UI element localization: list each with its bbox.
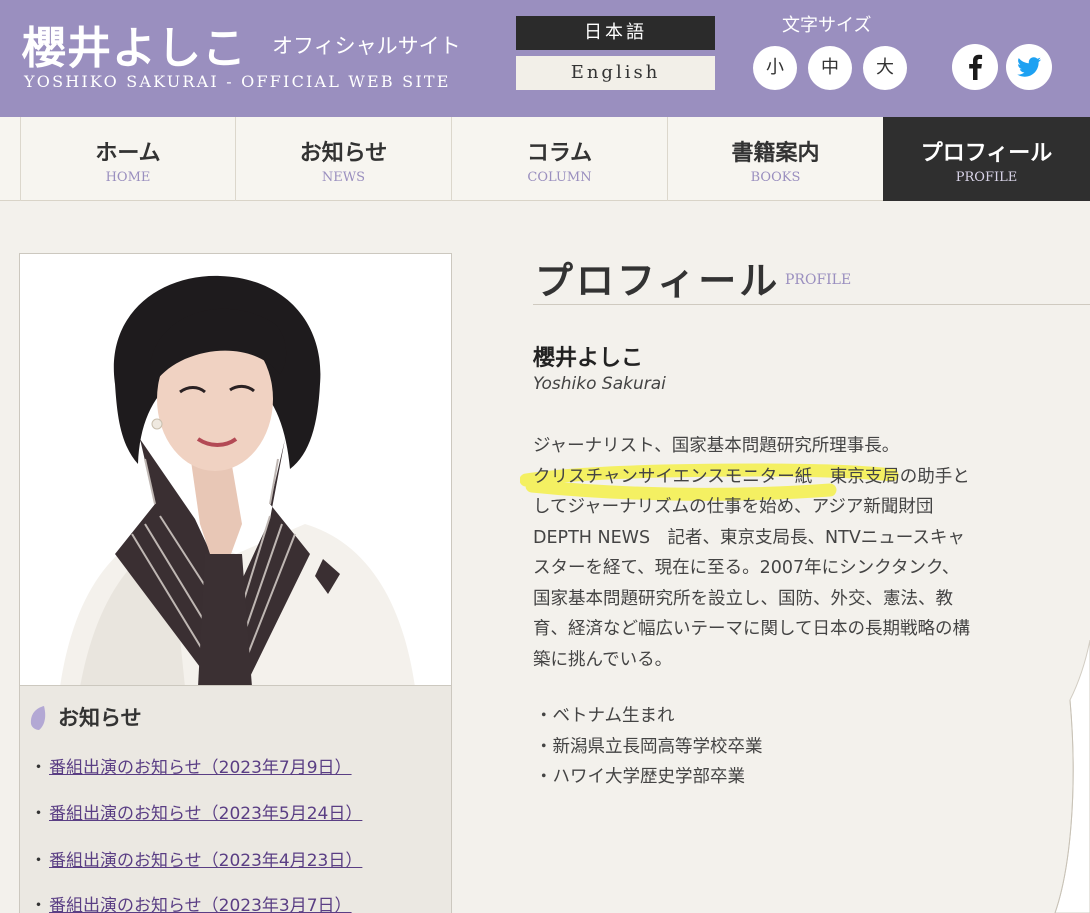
news-item-link[interactable]: 番組出演のお知らせ（2023年4月23日） <box>49 851 362 871</box>
facebook-icon[interactable] <box>952 44 998 90</box>
language-english-button[interactable]: English <box>516 56 715 90</box>
fact-item: ・ハワイ大学歴史学部卒業 <box>535 767 745 787</box>
nav-item-books[interactable]: 書籍案内 BOOKS <box>667 117 883 201</box>
page-title: プロフィール <box>535 258 781 303</box>
font-size-label: 文字サイズ <box>782 15 872 36</box>
profile-photo <box>19 253 452 686</box>
bio-line: ジャーナリスト、国家基本問題研究所理事長。 <box>533 436 900 456</box>
site-header: 櫻井よしこ オフィシャルサイト YOSHIKO SAKURAI - OFFICI… <box>0 0 1090 117</box>
font-size-medium-button[interactable]: 中 <box>808 46 852 90</box>
news-item-link[interactable]: 番組出演のお知らせ（2023年7月9日） <box>49 758 352 778</box>
bio-line: してジャーナリズムの仕事を始め、アジア新聞財団 <box>533 497 934 517</box>
language-japanese-button[interactable]: 日本語 <box>516 16 715 50</box>
nav-item-label: ホーム <box>95 140 161 166</box>
news-heading: お知らせ <box>58 705 142 730</box>
bio-line: クリスチャンサイエンスモニター紙 東京支局の助手と <box>533 466 970 487</box>
person-name-english: Yoshiko Sakurai <box>533 374 666 394</box>
nav-item-label: プロフィール <box>920 140 1053 166</box>
person-name: 櫻井よしこ <box>533 346 644 371</box>
fact-item: ・新潟県立長岡高等学校卒業 <box>535 736 763 757</box>
nav-item-sublabel: COLUMN <box>527 170 592 185</box>
bio-line: 育、経済など幅広いテーマに関して日本の長期戦略の構 <box>533 619 970 639</box>
twitter-icon[interactable] <box>1006 44 1052 90</box>
profile-bio: ジャーナリスト、国家基本問題研究所理事長。 クリスチャンサイエンスモニター紙 東… <box>533 431 1043 675</box>
nav-item-sublabel: BOOKS <box>750 170 801 185</box>
main-nav: ホーム HOME お知らせ NEWS コラム COLUMN 書籍案内 BOOKS… <box>0 117 1090 201</box>
font-size-small-button[interactable]: 小 <box>753 46 797 90</box>
fact-item: ・ベトナム生まれ <box>535 706 675 726</box>
news-item[interactable]: ・番組出演のお知らせ（2023年7月9日） <box>30 753 352 778</box>
bullet: ・ <box>30 851 47 871</box>
bio-line: スターを経て、現在に至る。2007年にシンクタンク、 <box>533 558 960 578</box>
bullet: ・ <box>30 758 47 778</box>
news-item-link[interactable]: 番組出演のお知らせ（2023年5月24日） <box>49 804 362 824</box>
news-item-link[interactable]: 番組出演のお知らせ（2023年3月7日） <box>49 896 352 913</box>
bullet: ・ <box>30 896 47 913</box>
site-english-title: YOSHIKO SAKURAI - OFFICIAL WEB SITE <box>24 72 451 91</box>
font-size-large-button[interactable]: 大 <box>863 46 907 90</box>
nav-item-label: 書籍案内 <box>731 140 820 166</box>
bio-line: 国家基本問題研究所を設立し、国防、外交、憲法、教 <box>533 588 953 609</box>
title-divider <box>533 304 1090 305</box>
bio-line: 築に挑んでいる。 <box>533 649 673 670</box>
bio-line: DEPTH NEWS 記者、東京支局長、NTVニュースキャ <box>533 527 965 548</box>
site-title[interactable]: 櫻井よしこ <box>22 12 247 76</box>
profile-facts: ・ベトナム生まれ ・新潟県立長岡高等学校卒業 ・ハワイ大学歴史学部卒業 <box>535 701 763 793</box>
bullet: ・ <box>30 804 47 824</box>
nav-item-sublabel: HOME <box>105 170 151 185</box>
news-item[interactable]: ・番組出演のお知らせ（2023年4月23日） <box>30 846 362 871</box>
nav-item-news[interactable]: お知らせ NEWS <box>235 117 451 201</box>
nav-item-profile[interactable]: プロフィール PROFILE <box>883 117 1090 201</box>
nav-item-home[interactable]: ホーム HOME <box>20 117 235 201</box>
news-item[interactable]: ・番組出演のお知らせ（2023年5月24日） <box>30 799 362 824</box>
news-item[interactable]: ・番組出演のお知らせ（2023年3月7日） <box>30 891 352 913</box>
nav-item-label: コラム <box>526 140 593 166</box>
page-title-english: PROFILE <box>785 272 852 288</box>
nav-item-sublabel: NEWS <box>321 170 366 185</box>
feather-icon <box>30 706 46 730</box>
nav-item-label: お知らせ <box>299 140 388 166</box>
nav-item-column[interactable]: コラム COLUMN <box>451 117 667 201</box>
nav-item-sublabel: PROFILE <box>955 170 1018 185</box>
page-curl-decoration <box>1054 640 1090 913</box>
portrait-illustration <box>20 254 451 685</box>
site-subtitle: オフィシャルサイト <box>272 34 461 58</box>
